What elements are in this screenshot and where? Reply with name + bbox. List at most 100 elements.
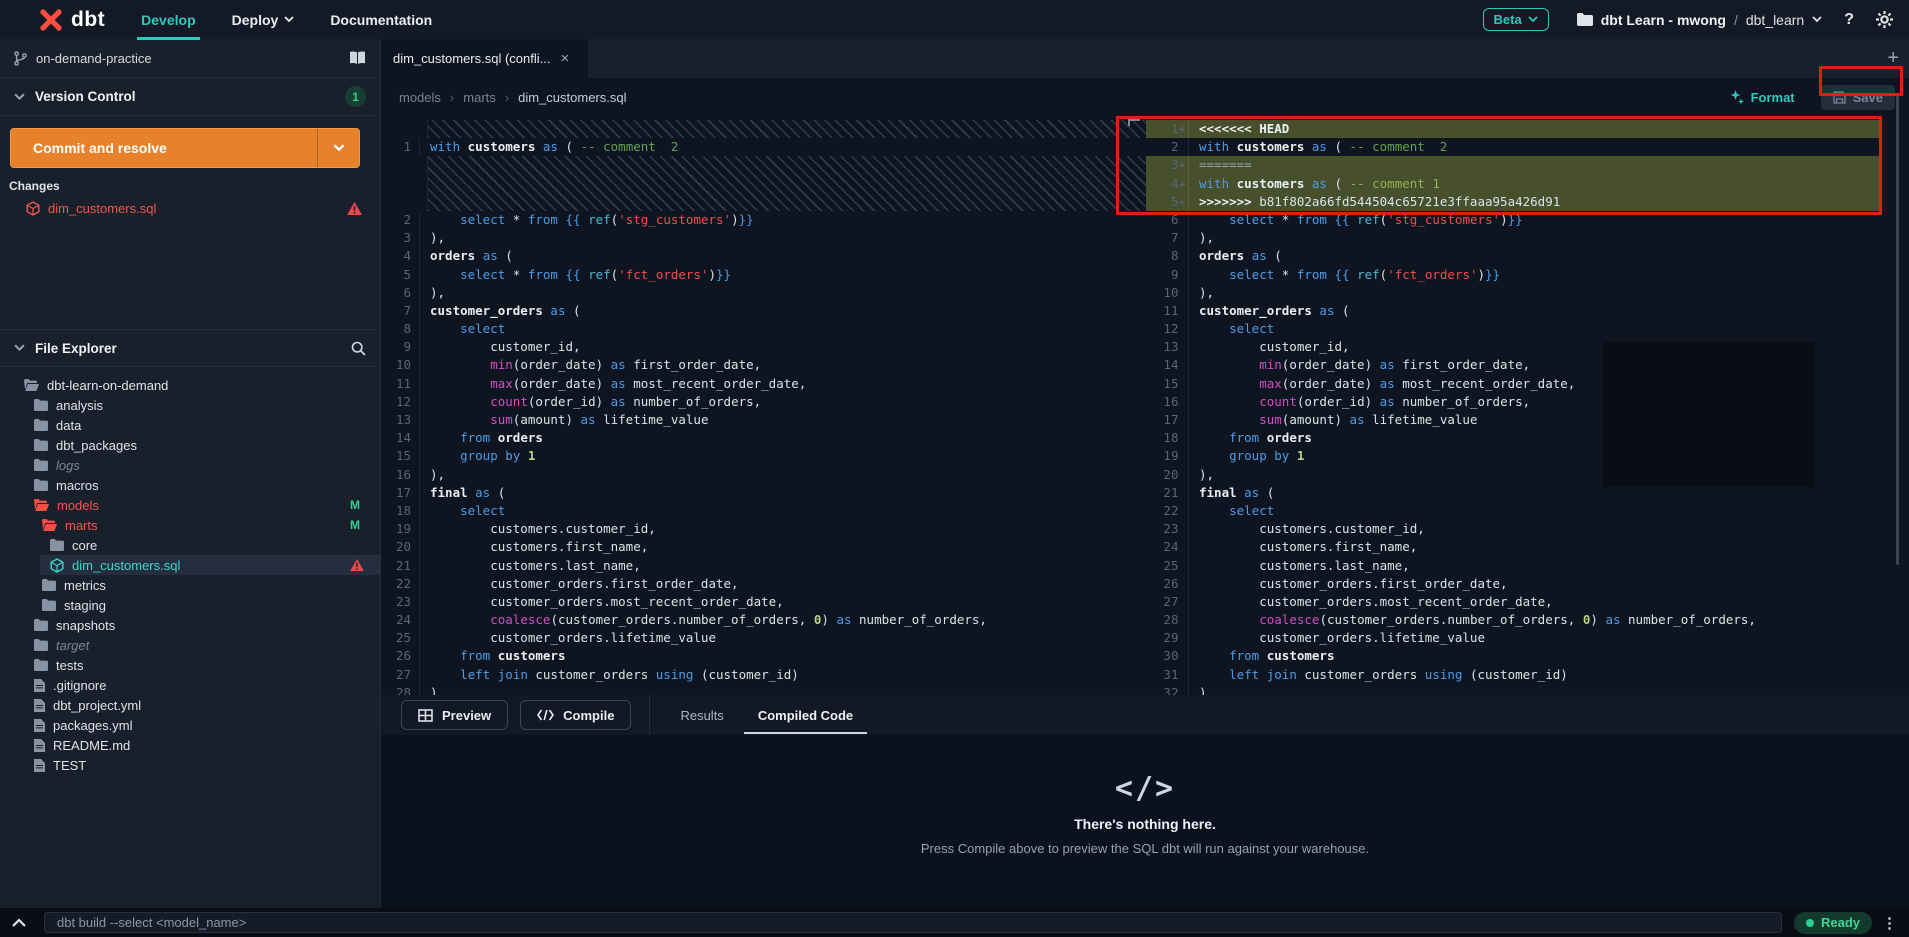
file-tree-item--gitignore[interactable]: .gitignore	[0, 675, 380, 695]
merge-added-line[interactable]: 5+>>>>>>> b81f802a66fd544504c65721e3ffaa…	[1146, 193, 1909, 211]
merge-added-line[interactable]: 3+=======	[1146, 156, 1909, 174]
code-line[interactable]: 16),	[381, 466, 1146, 484]
code-line[interactable]: 5 select * from {{ ref('fct_orders')}}	[381, 266, 1146, 284]
code-line[interactable]: 21 customers.last_name,	[381, 557, 1146, 575]
file-explorer-header[interactable]: File Explorer	[0, 329, 380, 367]
beta-dropdown[interactable]: Beta	[1483, 8, 1549, 31]
repo-name[interactable]: dbt_learn	[1746, 12, 1804, 28]
code-line[interactable]: 6 select * from {{ ref('stg_customers')}…	[1146, 211, 1909, 229]
code-line[interactable]: 23 customer_orders.most_recent_order_dat…	[381, 593, 1146, 611]
file-tree-item-snapshots[interactable]: snapshots	[0, 615, 380, 635]
code-line[interactable]: 32 )	[1146, 684, 1909, 695]
code-line[interactable]: 24 customers.first_name,	[1146, 538, 1909, 556]
gear-icon[interactable]	[1876, 11, 1893, 28]
dbt-logo[interactable]: dbt	[38, 7, 105, 33]
code-line[interactable]: 11 max(order_date) as most_recent_order_…	[381, 375, 1146, 393]
commit-and-resolve-button[interactable]: Commit and resolve	[10, 128, 360, 168]
chevron-down-icon[interactable]	[1812, 16, 1822, 23]
code-line[interactable]: 10 ),	[1146, 284, 1909, 302]
code-line[interactable]: 29 customer_orders.lifetime_value	[1146, 629, 1909, 647]
code-line[interactable]: 12 count(order_id) as number_of_orders,	[381, 393, 1146, 411]
file-tree-item-dbt-learn-on-demand[interactable]: dbt-learn-on-demand	[0, 375, 380, 395]
file-tree-item-core[interactable]: core	[0, 535, 380, 555]
code-line[interactable]: 26 customer_orders.first_order_date,	[1146, 575, 1909, 593]
code-line[interactable]: 8 orders as (	[1146, 247, 1909, 265]
file-tree-item-dbt-packages[interactable]: dbt_packages	[0, 435, 380, 455]
file-tree-item-logs[interactable]: logs	[0, 455, 380, 475]
changed-file-row[interactable]: dim_customers.sql	[0, 197, 380, 219]
code-line[interactable]: 7 ),	[1146, 229, 1909, 247]
code-line[interactable]: 28 coalesce(customer_orders.number_of_or…	[1146, 611, 1909, 629]
project-name[interactable]: dbt Learn - mwong	[1601, 12, 1726, 28]
code-line[interactable]: 12 select	[1146, 320, 1909, 338]
file-tree-item-readme-md[interactable]: README.md	[0, 735, 380, 755]
code-line[interactable]: 10 min(order_date) as first_order_date,	[381, 356, 1146, 374]
compile-button[interactable]: Compile	[520, 700, 631, 730]
chevron-up-icon[interactable]	[12, 918, 26, 927]
preview-button[interactable]: Preview	[401, 700, 508, 730]
kebab-menu-icon[interactable]: ⋮	[1882, 914, 1897, 932]
book-icon[interactable]	[349, 51, 366, 65]
code-line[interactable]: 3),	[381, 229, 1146, 247]
file-tree-item-data[interactable]: data	[0, 415, 380, 435]
code-line[interactable]: 22 select	[1146, 502, 1909, 520]
editor-left-pane[interactable]: 1with customers as ( -- comment 2 2 selec…	[381, 120, 1146, 695]
close-icon[interactable]: ×	[561, 50, 570, 67]
code-line[interactable]: 27 customer_orders.most_recent_order_dat…	[1146, 593, 1909, 611]
file-tree-item-test[interactable]: TEST	[0, 755, 380, 775]
code-line[interactable]: 1with customers as ( -- comment 2	[381, 138, 1146, 156]
code-line[interactable]: 22 customer_orders.first_order_date,	[381, 575, 1146, 593]
file-tree-item-marts[interactable]: martsM	[0, 515, 380, 535]
format-button[interactable]: Format	[1730, 90, 1795, 105]
file-tree-item-metrics[interactable]: metrics	[0, 575, 380, 595]
new-tab-plus-icon[interactable]: +	[1887, 47, 1899, 70]
branch-row[interactable]: on-demand-practice	[0, 39, 380, 78]
search-icon[interactable]	[351, 341, 366, 356]
code-line[interactable]: 30 from customers	[1146, 647, 1909, 665]
merge-added-line[interactable]: 1+<<<<<<< HEAD	[1146, 120, 1909, 138]
code-line[interactable]: 18 select	[381, 502, 1146, 520]
code-line[interactable]: 19 customers.customer_id,	[381, 520, 1146, 538]
code-line[interactable]: 27 left join customer_orders using (cust…	[381, 666, 1146, 684]
file-tree-item-staging[interactable]: staging	[0, 595, 380, 615]
code-line[interactable]: 7customer_orders as (	[381, 302, 1146, 320]
file-tree-item-macros[interactable]: macros	[0, 475, 380, 495]
tab-results[interactable]: Results	[680, 708, 723, 723]
code-line[interactable]: 2 select * from {{ ref('stg_customers')}…	[381, 211, 1146, 229]
nav-documentation[interactable]: Documentation	[330, 12, 432, 28]
merge-added-line[interactable]: 4+with customers as ( -- comment 1	[1146, 175, 1909, 193]
code-line[interactable]: 31 left join customer_orders using (cust…	[1146, 666, 1909, 684]
version-control-header[interactable]: Version Control 1	[0, 78, 380, 116]
code-line[interactable]: 25 customer_orders.lifetime_value	[381, 629, 1146, 647]
file-tree-item-models[interactable]: modelsM	[0, 495, 380, 515]
code-line[interactable]: 25 customers.last_name,	[1146, 557, 1909, 575]
help-icon[interactable]: ?	[1844, 11, 1854, 29]
file-tree-item-analysis[interactable]: analysis	[0, 395, 380, 415]
code-line[interactable]: 8 select	[381, 320, 1146, 338]
save-button[interactable]: Save	[1821, 85, 1895, 110]
file-tree-item-dbt-project-yml[interactable]: dbt_project.yml	[0, 695, 380, 715]
file-tree-item-target[interactable]: target	[0, 635, 380, 655]
file-tree-item-packages-yml[interactable]: packages.yml	[0, 715, 380, 735]
code-line[interactable]: 28)	[381, 684, 1146, 695]
code-line[interactable]: 14 from orders	[381, 429, 1146, 447]
code-line[interactable]: 6),	[381, 284, 1146, 302]
code-line[interactable]: 26 from customers	[381, 647, 1146, 665]
code-line[interactable]: 4orders as (	[381, 247, 1146, 265]
nav-deploy[interactable]: Deploy	[232, 12, 295, 28]
commit-dropdown-toggle[interactable]	[317, 129, 359, 167]
code-line[interactable]: 9 customer_id,	[381, 338, 1146, 356]
file-tree-item-dim-customers-sql[interactable]: dim_customers.sql	[0, 555, 380, 575]
code-line[interactable]: 20 customers.first_name,	[381, 538, 1146, 556]
code-line[interactable]: 17final as (	[381, 484, 1146, 502]
command-input[interactable]	[44, 912, 1782, 933]
tab-dim-customers[interactable]: dim_customers.sql (confli... ×	[381, 39, 588, 78]
code-line[interactable]: 11 customer_orders as (	[1146, 302, 1909, 320]
editor-scrollbar[interactable]	[1896, 95, 1899, 565]
nav-develop[interactable]: Develop	[141, 12, 195, 28]
code-line[interactable]: 2 with customers as ( -- comment 2	[1146, 138, 1909, 156]
code-line[interactable]: 13 sum(amount) as lifetime_value	[381, 411, 1146, 429]
code-line[interactable]: 24 coalesce(customer_orders.number_of_or…	[381, 611, 1146, 629]
code-line[interactable]: 23 customers.customer_id,	[1146, 520, 1909, 538]
code-line[interactable]: 9 select * from {{ ref('fct_orders')}}	[1146, 266, 1909, 284]
